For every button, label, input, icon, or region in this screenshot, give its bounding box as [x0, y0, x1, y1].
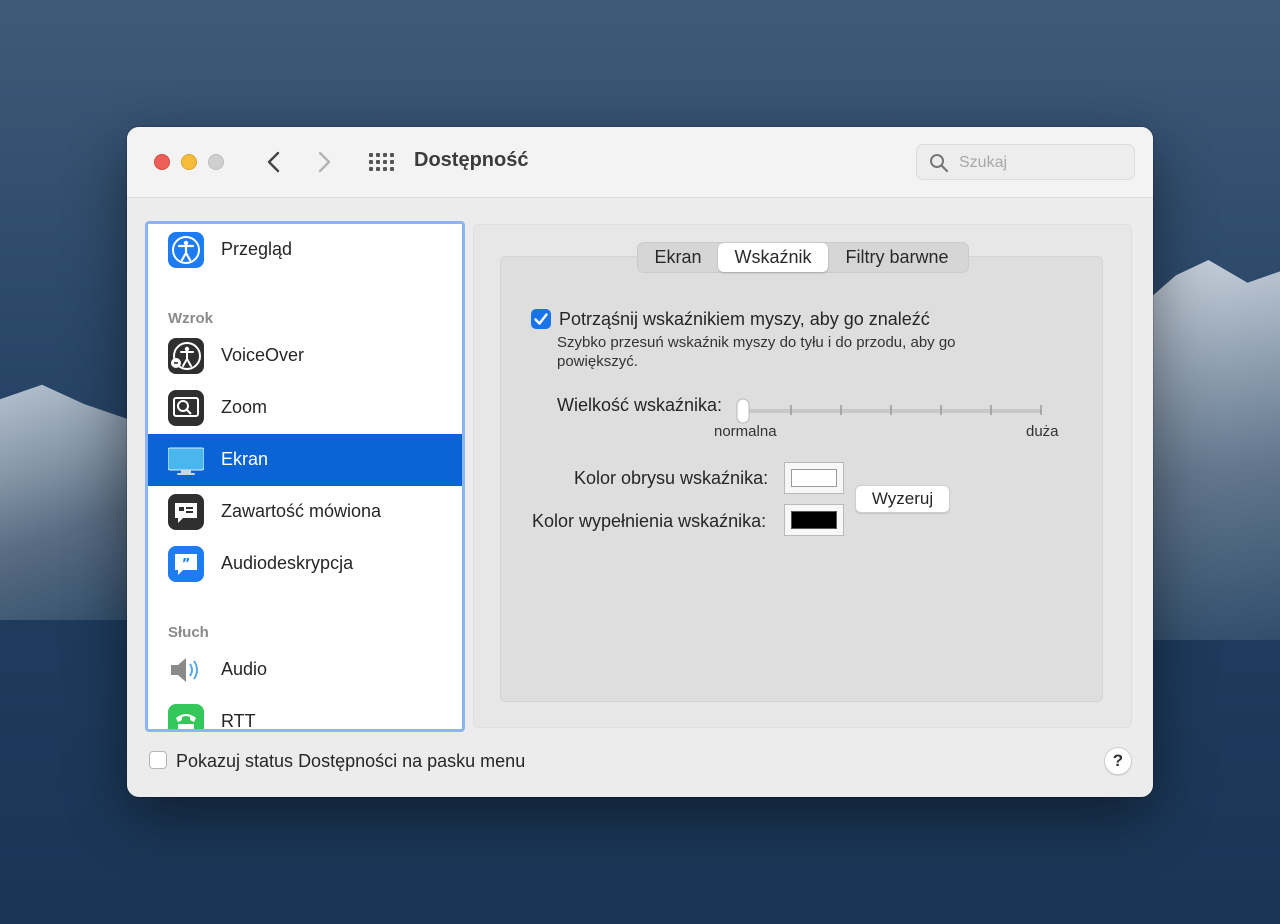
outline-color-label: Kolor obrysu wskaźnika: [574, 468, 769, 488]
size-max-label: duża [1026, 423, 1059, 440]
display-icon [168, 447, 204, 475]
fill-color-label: Kolor wypełnienia wskaźnika: [532, 511, 767, 531]
speaker-icon [171, 658, 198, 682]
pointer-size-label: Wielkość wskaźnika: [557, 395, 723, 415]
accessibility-icon [168, 232, 204, 268]
shake-to-locate-label[interactable]: Potrząśnij wskaźnikiem myszy, aby go zna… [559, 309, 930, 330]
sidebar-item-label: Audio [221, 659, 268, 679]
outline-color-well[interactable] [784, 462, 844, 494]
sidebar-item-voiceover[interactable]: VoiceOver [148, 330, 462, 382]
outline-color-swatch [791, 469, 837, 487]
audio-description-icon: ” [168, 546, 204, 582]
window-title: Dostępność [414, 149, 529, 171]
sidebar-item-zoom[interactable]: Zoom [148, 382, 462, 434]
zoom-icon [168, 390, 204, 426]
sidebar-item-label: VoiceOver [221, 345, 305, 365]
menu-status-checkbox[interactable] [149, 751, 167, 769]
sidebar-item-label: Zawartość mówiona [221, 501, 382, 521]
sidebar-item-label: Ekran [221, 449, 269, 469]
help-button[interactable]: ? [1104, 747, 1132, 775]
tab-bar: Ekran Wskaźnik Filtry barwne [637, 242, 969, 273]
desktop-mountain-left [0, 384, 140, 620]
shake-to-locate-checkbox[interactable] [531, 309, 551, 329]
sidebar-item-audiodeskrypcja[interactable]: ” Audiodeskrypcja [148, 538, 462, 590]
section-header-vision: Wzrok [168, 310, 213, 327]
search-placeholder: Szukaj [959, 154, 1008, 171]
pointer-size-slider[interactable] [736, 397, 1046, 425]
forward-button[interactable] [311, 147, 337, 177]
sidebar-item-label: Zoom [221, 397, 268, 417]
zoom-button[interactable] [208, 154, 224, 170]
sidebar-list[interactable]: Przegląd Wzrok VoiceOver Zoom Ekran Zawa… [145, 221, 465, 732]
svg-text:”: ” [182, 557, 191, 572]
sidebar-item-zawartosc-mowiona[interactable]: Zawartość mówiona [148, 486, 462, 538]
preferences-window: Dostępność Szukaj Przegląd Wzrok VoiceOv… [127, 127, 1153, 797]
slider-track [736, 398, 1042, 424]
search-field[interactable]: Szukaj [916, 144, 1135, 180]
checkmark-icon [534, 313, 548, 325]
grid-icon [369, 153, 394, 171]
section-header-hearing: Słuch [168, 624, 209, 641]
fill-color-well[interactable] [784, 504, 844, 536]
titlebar: Dostępność Szukaj [127, 127, 1153, 198]
sidebar-item-label: RTT [221, 711, 256, 731]
tab-wskaznik[interactable]: Wskaźnik [718, 243, 828, 272]
minimize-button[interactable] [181, 154, 197, 170]
search-icon [930, 154, 949, 173]
slider-thumb [736, 398, 750, 424]
sidebar-item-label: Audiodeskrypcja [221, 553, 354, 573]
rtt-icon [168, 704, 204, 729]
desktop-mountain-right [1150, 260, 1280, 640]
size-min-label: normalna [714, 423, 777, 440]
sidebar-item-audio[interactable]: Audio [148, 644, 462, 696]
spoken-content-icon [168, 494, 204, 530]
fill-color-swatch [791, 511, 837, 529]
chevron-right-icon [318, 151, 331, 173]
sidebar-item-ekran[interactable]: Ekran [148, 434, 462, 486]
reset-button[interactable]: Wyzeruj [855, 485, 950, 513]
close-button[interactable] [154, 154, 170, 170]
shake-to-locate-description: Szybko przesuń wskaźnik myszy do tyłu i … [557, 334, 956, 370]
sidebar-item-label: Przegląd [221, 239, 293, 259]
menu-status-label[interactable]: Pokazuj status Dostępności na pasku menu [176, 751, 525, 772]
sidebar-item-przeglad[interactable]: Przegląd [148, 224, 462, 276]
sidebar-item-rtt[interactable]: RTT [148, 696, 462, 731]
voiceover-icon [168, 338, 204, 374]
back-button[interactable] [261, 147, 287, 177]
chevron-left-icon [267, 151, 280, 173]
tab-filtry-barwne[interactable]: Filtry barwne [830, 243, 964, 272]
show-all-button[interactable] [367, 151, 395, 173]
tab-ekran[interactable]: Ekran [638, 243, 718, 272]
